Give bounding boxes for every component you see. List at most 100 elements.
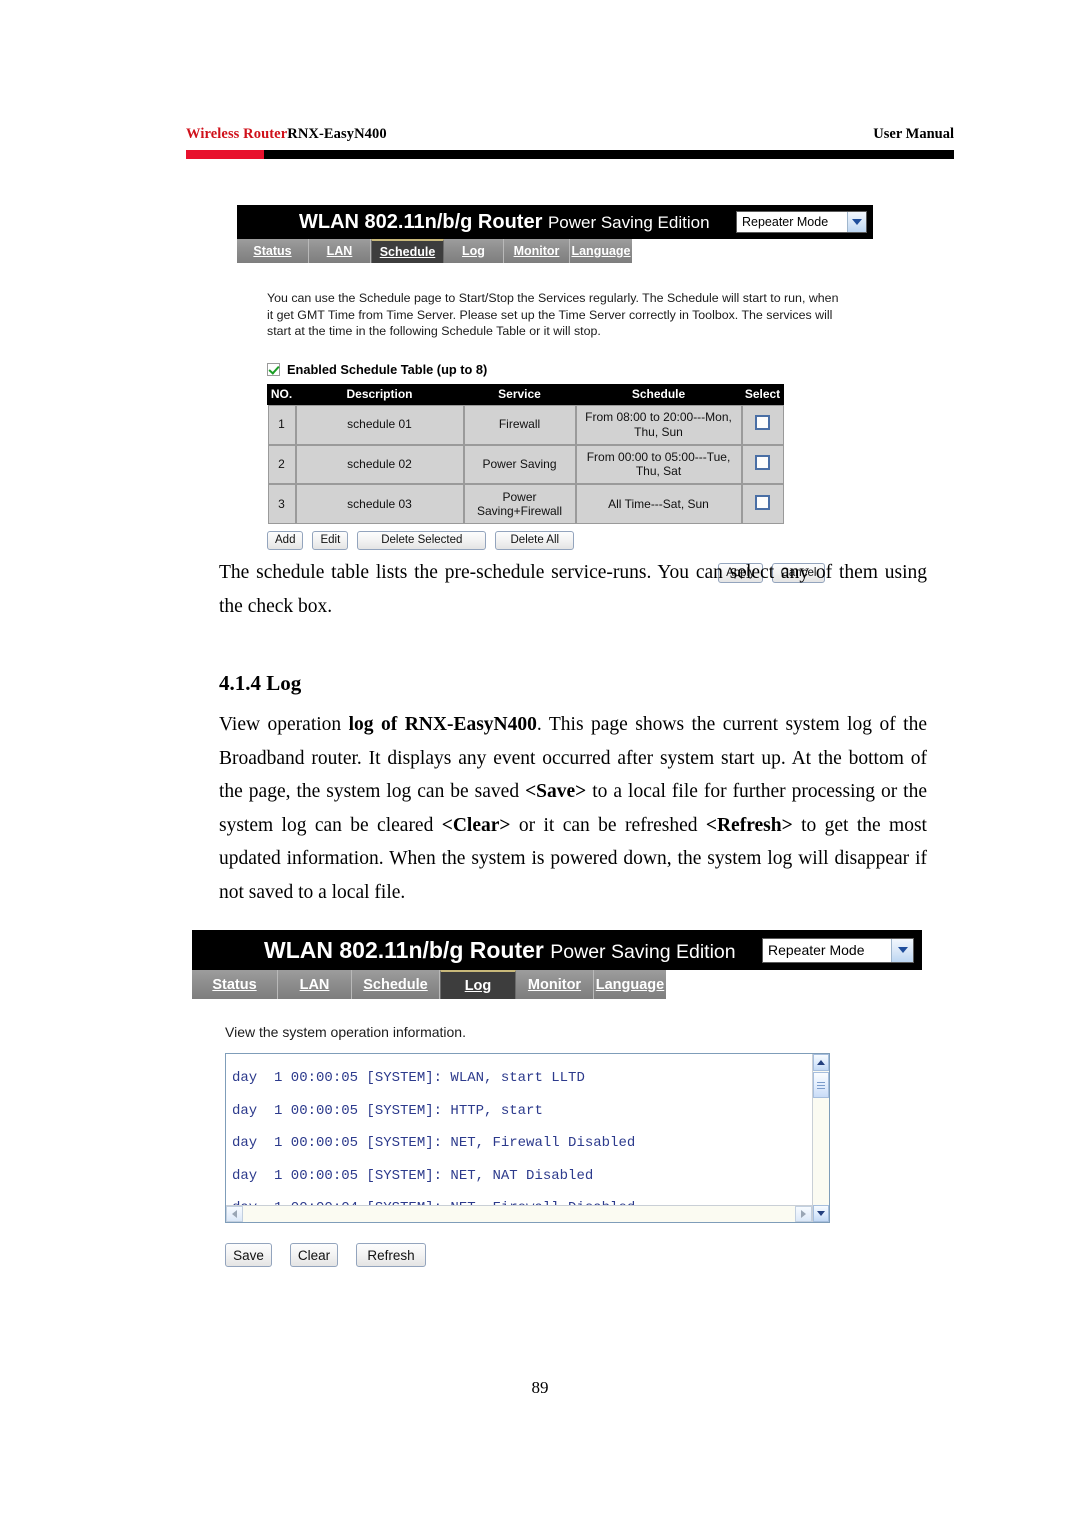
tab-log[interactable]: Log: [444, 239, 504, 263]
tab-status[interactable]: Status: [237, 239, 309, 263]
schedule-nav: Status LAN Schedule Log Monitor Language: [237, 239, 632, 263]
delete-selected-button[interactable]: Delete Selected: [357, 530, 487, 550]
document-page: Wireless RouterRNX-EasyN400 User Manual …: [0, 0, 1080, 1527]
row-1-no: 1: [267, 404, 296, 446]
row-2-description: schedule 02: [295, 444, 464, 485]
log-line: day 1 00:00:05 [SYSTEM]: NET, Firewall D…: [232, 1135, 636, 1151]
row-1-select-cell[interactable]: [741, 404, 784, 446]
row-3-select-cell[interactable]: [741, 483, 784, 525]
tab-monitor-label: Monitor: [527, 976, 582, 993]
header-rule-black-segment: [264, 150, 954, 159]
tab-status-label: Status: [253, 244, 292, 258]
tab-language-label: Language: [571, 244, 631, 258]
tab-schedule-label: Schedule: [379, 245, 436, 259]
save-button[interactable]: Save: [225, 1243, 272, 1267]
chevron-down-icon[interactable]: [891, 938, 913, 962]
log-nav: Status LAN Schedule Log Monitor Language: [192, 970, 666, 999]
scroll-right-icon[interactable]: [795, 1206, 812, 1222]
vertical-scrollbar-track[interactable]: [813, 1098, 829, 1205]
para-log-run-4: or it can be refreshed: [510, 814, 706, 836]
table-row: 3 schedule 03 Power Saving+Firewall All …: [267, 483, 784, 525]
row-2-schedule: From 00:00 to 05:00---Tue, Thu, Sat: [575, 444, 742, 485]
paragraph-log-description: View operation log of RNX-EasyN400. This…: [219, 708, 927, 909]
log-line: day 1 00:00:05 [SYSTEM]: NET, NAT Disabl…: [232, 1167, 594, 1184]
tab-monitor[interactable]: Monitor: [516, 970, 594, 999]
schedule-table: NO. Description Service Schedule Select …: [267, 383, 784, 525]
tab-log[interactable]: Log: [440, 970, 516, 999]
log-line: day 1 00:00:05 [SYSTEM]: WLAN, start LLT…: [232, 1070, 585, 1086]
vertical-scrollbar-thumb[interactable]: [813, 1072, 829, 1098]
row-2-service: Power Saving: [463, 444, 576, 485]
tab-language[interactable]: Language: [570, 239, 632, 263]
log-mode-select[interactable]: Repeater Mode: [762, 937, 914, 963]
system-log-textarea[interactable]: day 1 00:00:05 [SYSTEM]: WLAN, start LLT…: [225, 1053, 830, 1223]
para-log-run-1: View operation: [219, 714, 349, 735]
tab-log-label: Log: [464, 977, 492, 994]
tab-schedule[interactable]: Schedule: [371, 239, 444, 263]
table-row: 1 schedule 01 Firewall From 08:00 to 20:…: [267, 404, 784, 446]
row-3-service: Power Saving+Firewall: [463, 483, 576, 525]
para-log-bold-clear: <Clear>: [441, 814, 511, 836]
tab-status[interactable]: Status: [192, 970, 278, 999]
schedule-title-bar: WLAN 802.11n/b/g Router Power Saving Edi…: [237, 205, 873, 239]
para-log-bold-save: <Save>: [525, 781, 587, 802]
enabled-schedule-table-label: Enabled Schedule Table (up to 8): [287, 361, 488, 377]
log-vertical-scrollbar[interactable]: [812, 1054, 829, 1222]
tab-monitor-label: Monitor: [513, 244, 560, 258]
scroll-left-icon[interactable]: [226, 1206, 243, 1222]
refresh-button[interactable]: Refresh: [356, 1243, 426, 1267]
header-rule: [186, 150, 954, 159]
log-title-light: Power Saving Edition: [550, 940, 736, 963]
horizontal-scrollbar-track[interactable]: [243, 1206, 795, 1222]
tab-language-label: Language: [595, 976, 665, 993]
delete-all-button[interactable]: Delete All: [495, 530, 575, 550]
row-3-select-checkbox[interactable]: [755, 495, 770, 511]
scroll-down-icon[interactable]: [813, 1205, 829, 1222]
row-3-no: 3: [267, 483, 296, 525]
enabled-schedule-table-row[interactable]: Enabled Schedule Table (up to 8): [267, 362, 873, 377]
header-manual-label: User Manual: [873, 126, 954, 142]
tab-status-label: Status: [212, 976, 257, 993]
clear-button[interactable]: Clear: [290, 1243, 338, 1267]
system-log-content: day 1 00:00:05 [SYSTEM]: WLAN, start LLT…: [226, 1054, 812, 1222]
edit-button[interactable]: Edit: [312, 530, 349, 550]
schedule-title-light: Power Saving Edition: [547, 212, 710, 232]
para-log-bold-refresh: <Refresh>: [705, 814, 793, 836]
schedule-table-header-row: NO. Description Service Schedule Select: [267, 383, 784, 406]
paragraph-schedule-table: The schedule table lists the pre-schedul…: [219, 562, 927, 617]
tab-lan[interactable]: LAN: [309, 239, 371, 263]
schedule-screenshot: WLAN 802.11n/b/g Router Power Saving Edi…: [237, 205, 873, 583]
tab-schedule[interactable]: Schedule: [352, 970, 440, 999]
column-header-description: Description: [295, 383, 464, 406]
tab-lan[interactable]: LAN: [278, 970, 352, 999]
log-description: View the system operation information.: [225, 1024, 466, 1040]
log-body: View the system operation information. d…: [192, 999, 922, 1267]
tab-lan-label: LAN: [299, 976, 330, 993]
row-1-schedule: From 08:00 to 20:00---Mon, Thu, Sun: [575, 404, 742, 446]
schedule-mode-select[interactable]: Repeater Mode: [736, 211, 867, 233]
scroll-up-icon[interactable]: [813, 1054, 829, 1071]
schedule-body: You can use the Schedule page to Start/S…: [237, 263, 873, 583]
tab-lan-label: LAN: [326, 244, 353, 258]
row-1-select-checkbox[interactable]: [755, 415, 770, 431]
log-horizontal-scrollbar[interactable]: [226, 1205, 812, 1222]
para-log-bold-model: log of RNX-EasyN400: [348, 714, 537, 735]
row-2-select-cell[interactable]: [741, 444, 784, 485]
add-button[interactable]: Add: [267, 530, 304, 550]
document-running-header: Wireless RouterRNX-EasyN400 User Manual: [186, 126, 954, 143]
row-2-no: 2: [267, 444, 296, 485]
section-heading-log: 4.1.4 Log: [219, 671, 302, 695]
enabled-schedule-table-checkbox[interactable]: [267, 362, 280, 376]
log-screenshot: WLAN 802.11n/b/g Router Power Saving Edi…: [192, 930, 922, 1267]
table-row: 2 schedule 02 Power Saving From 00:00 to…: [267, 444, 784, 485]
row-1-description: schedule 01: [295, 404, 464, 446]
page-number: 89: [531, 1378, 549, 1397]
chevron-down-icon[interactable]: [847, 212, 866, 232]
row-2-select-checkbox[interactable]: [755, 455, 770, 471]
header-rule-red-segment: [186, 150, 264, 159]
column-header-schedule: Schedule: [575, 383, 742, 406]
tab-language[interactable]: Language: [594, 970, 666, 999]
row-3-schedule: All Time---Sat, Sun: [575, 483, 742, 525]
tab-monitor[interactable]: Monitor: [504, 239, 570, 263]
log-title-bold: WLAN 802.11n/b/g Router: [264, 936, 544, 963]
